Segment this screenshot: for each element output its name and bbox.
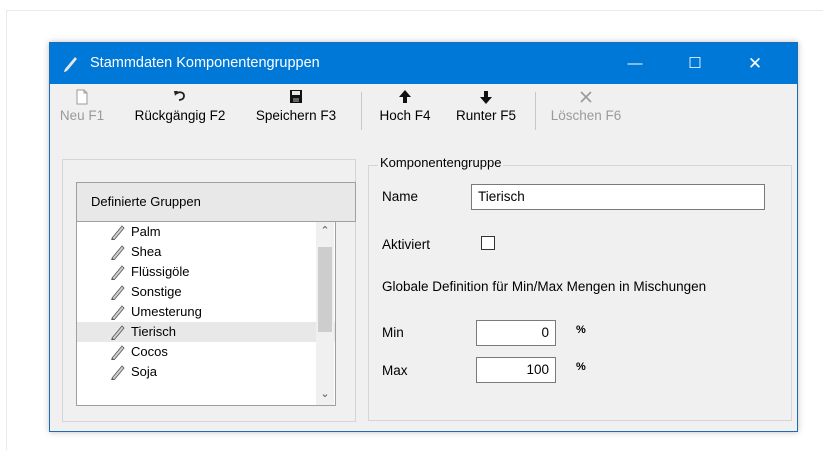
move-down-icon xyxy=(480,91,492,104)
max-unit: % xyxy=(576,361,586,373)
pencil-icon xyxy=(111,225,125,240)
min-label: Min xyxy=(382,325,404,340)
new-document-icon xyxy=(76,89,88,105)
scroll-down-arrow[interactable]: ⌄ xyxy=(316,387,334,403)
list-item-label: Umesterung xyxy=(131,304,202,319)
toolbar: Neu F1 Rückgängig F2 Speichern F3 Hoch F… xyxy=(50,84,797,139)
minimize-button[interactable]: — xyxy=(613,43,657,84)
groups-header[interactable]: Definierte Gruppen xyxy=(76,182,356,222)
list-item[interactable]: Palm xyxy=(77,222,335,242)
min-unit: % xyxy=(576,324,586,336)
name-label: Name xyxy=(382,189,419,204)
active-checkbox[interactable] xyxy=(481,236,495,250)
toolbar-separator xyxy=(361,92,362,130)
list-item[interactable]: Umesterung xyxy=(77,302,335,322)
pencil-icon xyxy=(111,345,125,360)
delete-icon xyxy=(580,91,592,103)
pencil-icon xyxy=(64,57,77,72)
group-legend: Komponentengruppe xyxy=(378,155,504,170)
list-item-label: Soja xyxy=(131,364,158,379)
new-button-label: Neu F1 xyxy=(59,108,105,123)
list-item[interactable]: Cocos xyxy=(77,342,335,362)
list-item[interactable]: Shea xyxy=(77,242,335,262)
background-frame-top xyxy=(6,10,823,11)
list-item-label: Tierisch xyxy=(131,324,177,339)
list-item-label: Shea xyxy=(131,244,162,259)
background-frame-left xyxy=(6,10,7,450)
toolbar-separator xyxy=(535,92,536,130)
list-item-label: Sonstige xyxy=(131,284,182,299)
name-input[interactable]: Tierisch xyxy=(471,184,765,210)
list-item[interactable]: Tierisch xyxy=(77,322,335,342)
title-bar[interactable]: Stammdaten Komponentengruppen — ☐ ✕ xyxy=(50,43,797,84)
window-title: Stammdaten Komponentengruppen xyxy=(90,55,320,71)
scroll-up-arrow[interactable]: ⌃ xyxy=(316,224,334,240)
pencil-icon xyxy=(111,365,125,380)
dialog-window: Stammdaten Komponentengruppen — ☐ ✕ Neu … xyxy=(49,42,798,432)
active-label: Aktiviert xyxy=(382,237,431,252)
save-button[interactable]: Speichern F3 xyxy=(240,88,352,136)
list-scrollbar[interactable]: ⌃ ⌄ xyxy=(316,222,334,405)
undo-button-label: Rückgängig F2 xyxy=(134,108,226,123)
list-item-label: Palm xyxy=(131,224,161,239)
move-down-button[interactable]: Runter F5 xyxy=(445,88,527,136)
groups-list[interactable]: Palm Shea Flüssigöle Sonstige Umesterung Tier… xyxy=(76,222,336,406)
new-button[interactable]: Neu F1 xyxy=(54,88,110,136)
move-up-icon xyxy=(399,90,411,103)
delete-button-label: Löschen F6 xyxy=(550,108,622,123)
pencil-icon xyxy=(111,245,125,260)
move-down-button-label: Runter F5 xyxy=(455,108,517,123)
save-icon xyxy=(290,90,302,103)
move-up-button[interactable]: Hoch F4 xyxy=(369,88,441,136)
list-item-label: Cocos xyxy=(131,344,168,359)
undo-button[interactable]: Rückgängig F2 xyxy=(124,88,236,136)
pencil-icon xyxy=(111,285,125,300)
pencil-icon xyxy=(111,305,125,320)
save-button-label: Speichern F3 xyxy=(255,108,337,123)
move-up-button-label: Hoch F4 xyxy=(379,108,431,123)
close-button[interactable]: ✕ xyxy=(733,43,777,84)
pencil-icon xyxy=(111,325,125,340)
list-item[interactable]: Soja xyxy=(77,362,335,382)
list-item-label: Flüssigöle xyxy=(131,264,190,279)
list-item[interactable]: Flüssigöle xyxy=(77,262,335,282)
scroll-thumb[interactable] xyxy=(318,247,332,332)
list-item[interactable]: Sonstige xyxy=(77,282,335,302)
min-input[interactable]: 0 xyxy=(476,320,556,346)
maximize-button[interactable]: ☐ xyxy=(673,43,717,84)
pencil-icon xyxy=(111,265,125,280)
max-input[interactable]: 100 xyxy=(476,357,556,383)
global-definition-text: Globale Definition für Min/Max Mengen in… xyxy=(382,279,707,294)
max-label: Max xyxy=(382,363,408,378)
delete-button[interactable]: Löschen F6 xyxy=(544,88,628,136)
undo-icon xyxy=(174,91,185,101)
